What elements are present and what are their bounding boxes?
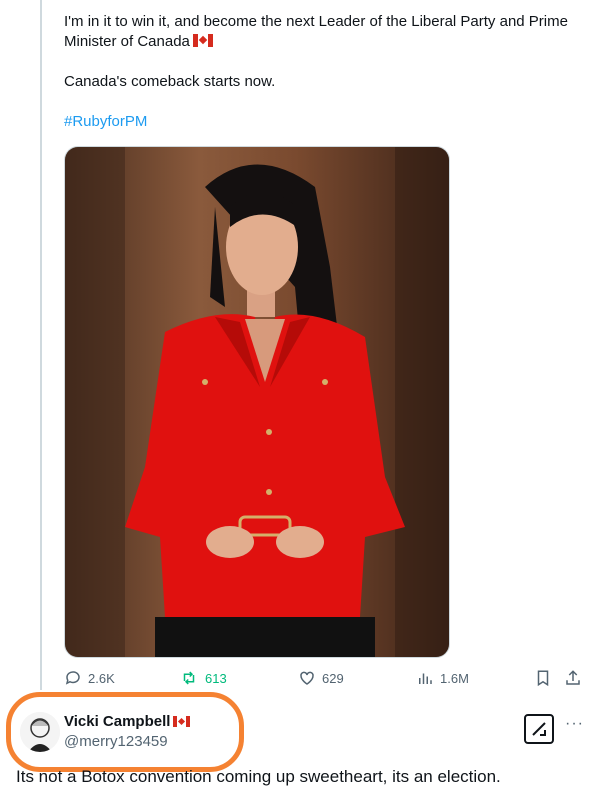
repost-button[interactable]: 613 xyxy=(179,669,227,687)
view-count: 1.6M xyxy=(440,670,469,686)
canada-flag-icon xyxy=(192,34,213,47)
hashtag-link[interactable]: #RubyforPM xyxy=(64,112,594,132)
heart-icon xyxy=(300,671,314,685)
grok-icon[interactable] xyxy=(524,714,554,744)
like-button[interactable]: 629 xyxy=(298,669,344,687)
like-count: 629 xyxy=(322,670,344,686)
bookmark-button[interactable] xyxy=(534,669,558,687)
views-button[interactable]: 1.6M xyxy=(416,669,469,687)
reply-icon xyxy=(65,671,80,685)
tweet-line-2: Canada's comeback starts now. xyxy=(64,73,276,90)
views-icon xyxy=(419,673,432,684)
reply-text: Its not a Botox convention coming up swe… xyxy=(16,767,501,786)
more-options-icon[interactable]: ··· xyxy=(565,715,584,733)
tweet-line-1: I'm in it to win it, and become the next… xyxy=(64,13,568,50)
canada-flag-icon xyxy=(173,716,191,727)
share-button[interactable] xyxy=(564,669,588,687)
reply-author-name[interactable]: Vicki Campbell xyxy=(64,713,191,730)
tweet-body: I'm in it to win it, and become the next… xyxy=(64,12,594,132)
reply-button[interactable]: 2.6K xyxy=(64,669,115,687)
reply-count: 2.6K xyxy=(88,670,115,686)
reply-author-handle[interactable]: @merry123459 xyxy=(64,733,168,750)
repost-icon xyxy=(183,671,195,685)
thread-line xyxy=(40,0,42,690)
avatar[interactable] xyxy=(20,712,60,752)
bookmark-icon xyxy=(537,670,549,687)
repost-count: 613 xyxy=(205,670,227,686)
tweet-actions: 2.6K 613 629 1.6M xyxy=(64,669,594,691)
share-icon xyxy=(566,670,580,685)
tweet-photo[interactable] xyxy=(64,146,450,658)
